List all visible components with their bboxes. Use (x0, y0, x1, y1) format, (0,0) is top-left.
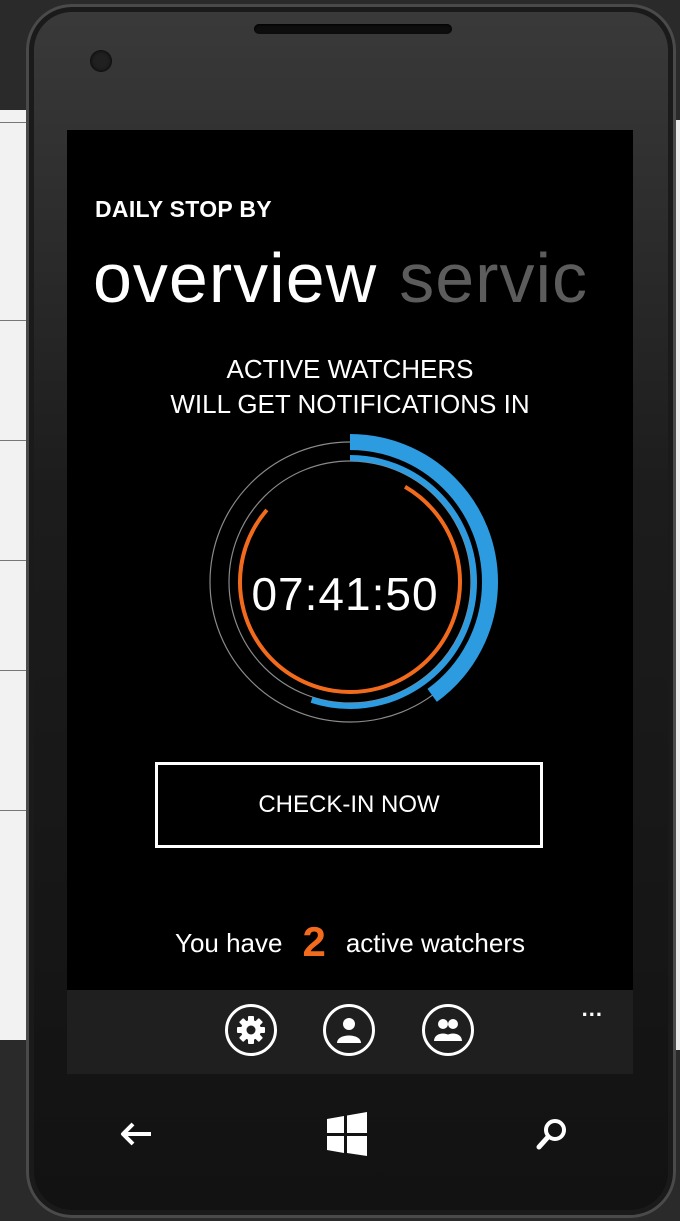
watchers-button[interactable] (422, 1004, 474, 1056)
search-button[interactable] (522, 1104, 582, 1164)
more-options-button[interactable]: ... (582, 996, 603, 1022)
countdown-timer: 07:41:50 (251, 568, 439, 620)
back-arrow-icon (121, 1122, 151, 1146)
settings-button[interactable] (225, 1004, 277, 1056)
back-button[interactable] (107, 1104, 167, 1164)
search-icon (536, 1119, 566, 1150)
windows-start-icon (327, 1112, 367, 1156)
user-icon (337, 1018, 361, 1043)
app-bar: ... (67, 990, 633, 1074)
profile-button[interactable] (323, 1004, 375, 1056)
gear-icon (237, 1016, 265, 1044)
app-screen: DAILY STOP BY overview servic ACTIVE WATC… (67, 130, 633, 990)
watchers-prefix: You have (174, 928, 283, 958)
active-watchers-line: You have 2 active watchers (67, 918, 633, 966)
phone-camera (90, 50, 112, 72)
phone-nav-bar (67, 1074, 633, 1184)
group-icon (434, 1019, 462, 1041)
countdown-ring (202, 434, 498, 730)
watchers-suffix: active watchers (345, 928, 526, 958)
start-button[interactable] (317, 1104, 377, 1164)
phone-speaker (254, 24, 452, 34)
watchers-count: 2 (302, 918, 326, 965)
check-in-button[interactable]: CHECK-IN NOW (155, 762, 543, 848)
